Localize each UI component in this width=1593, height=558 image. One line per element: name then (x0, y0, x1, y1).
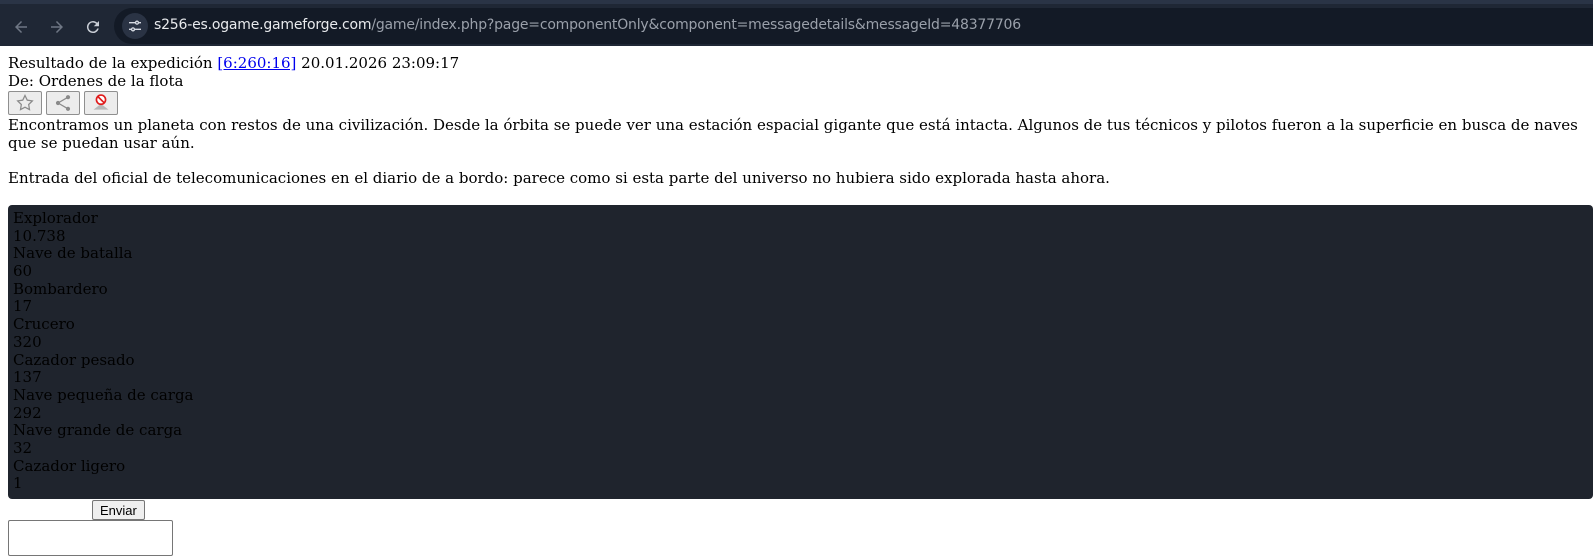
fleet-ship-amount: 17 (13, 297, 33, 316)
fleet-found-panel: Explorador 10.738 Nave de batalla 60 Bom… (8, 205, 1593, 499)
tune-icon (129, 20, 141, 32)
reply-textarea[interactable] (8, 520, 173, 556)
message-sender: De: Ordenes de la flota (8, 72, 184, 90)
message-paragraph: Encontramos un planeta con restos de una… (8, 116, 1578, 152)
share-icon (55, 95, 71, 111)
block-sender-button[interactable] (84, 91, 118, 115)
star-icon (16, 94, 34, 111)
arrow-right-icon (51, 21, 63, 33)
url-path: /game/index.php?page=componentOnly&compo… (371, 17, 1021, 33)
message-actions (8, 91, 1593, 116)
site-info-button[interactable] (122, 13, 148, 39)
fleet-item-cazador-ligero: Cazador ligero 1 (13, 456, 1593, 493)
fleet-ship-name: Nave pequeña de carga (13, 385, 194, 404)
arrow-left-icon (15, 21, 27, 33)
message-details: Resultado de la expedición [6:260:16] 20… (8, 54, 1593, 558)
fleet-item-bombardero: Bombardero 17 (13, 279, 1593, 316)
fleet-item-cazador-pesado: Cazador pesado 137 (13, 350, 1593, 387)
fleet-ship-name: Crucero (13, 315, 75, 334)
fleet-ship-name: Nave de batalla (13, 244, 133, 263)
url-domain: s256-es.ogame.gameforge.com (154, 17, 372, 33)
share-button[interactable] (46, 91, 80, 115)
favorite-button[interactable] (8, 91, 42, 115)
browser-toolbar: s256-es.ogame.gameforge.com/game/index.p… (0, 0, 1593, 46)
block-icon (93, 94, 109, 110)
fleet-ship-amount: 292 (13, 403, 42, 422)
send-button[interactable]: Enviar (92, 500, 145, 520)
forward-button[interactable] (42, 12, 72, 42)
message-title: Resultado de la expedición [6:260:16] 20… (8, 54, 1593, 72)
fleet-item-explorador: Explorador 10.738 (13, 209, 1593, 245)
fleet-ship-amount: 32 (13, 438, 33, 457)
fleet-item-nave-grande-de-carga: Nave grande de carga 32 (13, 422, 1593, 457)
message-title-text: Resultado de la expedición (8, 54, 218, 72)
back-button[interactable] (6, 12, 36, 42)
fleet-ship-name: Explorador (13, 209, 98, 227)
message-paragraph: Entrada del oficial de telecomunicacione… (8, 169, 1110, 187)
fleet-ship-name: Bombardero (13, 279, 108, 298)
reload-icon (86, 21, 99, 34)
fleet-ship-name: Cazador ligero (13, 456, 126, 475)
fleet-item-nave-de-batalla: Nave de batalla 60 (13, 245, 1593, 280)
reload-button[interactable] (78, 12, 108, 42)
fleet-item-nave-pequena-de-carga: Nave pequeña de carga 292 (13, 385, 1593, 422)
message-timestamp: 20.01.2026 23:09:17 (296, 54, 460, 72)
address-bar[interactable]: s256-es.ogame.gameforge.com/game/index.p… (114, 8, 1593, 44)
fleet-ship-amount: 320 (13, 332, 42, 351)
reply-form: Enviar (8, 500, 1593, 558)
message-body: Encontramos un planeta con restos de una… (8, 116, 1593, 187)
fleet-ship-name: Nave grande de carga (13, 421, 183, 440)
fleet-ship-name: Cazador pesado (13, 350, 135, 369)
fleet-item-crucero: Crucero 320 (13, 315, 1593, 351)
url-text[interactable]: s256-es.ogame.gameforge.com/game/index.p… (154, 17, 1021, 33)
fleet-ship-amount: 1 (13, 474, 23, 493)
fleet-ship-amount: 137 (13, 368, 42, 387)
fleet-ship-amount: 10.738 (13, 226, 66, 245)
coordinates-link[interactable]: [6:260:16] (217, 54, 296, 72)
fleet-ship-amount: 60 (13, 262, 33, 281)
